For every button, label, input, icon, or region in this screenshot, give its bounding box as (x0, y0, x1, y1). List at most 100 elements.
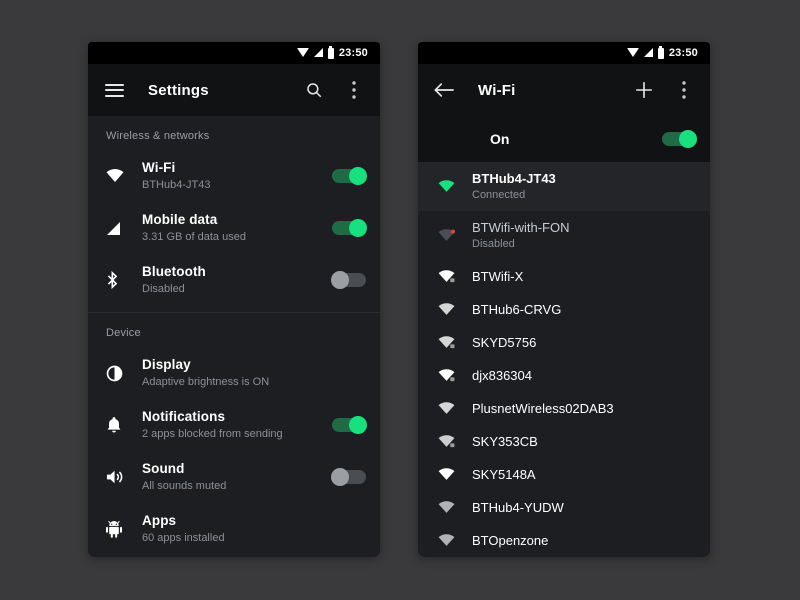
sound-toggle[interactable] (331, 468, 366, 486)
wifi-ssid: SKY353CB (472, 434, 538, 449)
wifi-ssid: BTWifi-with-FON (472, 220, 570, 235)
settings-row-title: Sound (142, 461, 185, 476)
settings-row-subtitle: BTHub4-JT43 (142, 179, 211, 191)
wifi-signal-icon (438, 468, 472, 481)
settings-row-subtitle: Disabled (142, 283, 185, 295)
settings-row-notifications[interactable]: Notifications 2 apps blocked from sendin… (88, 399, 380, 451)
status-clock: 23:50 (338, 47, 368, 59)
settings-row-apps[interactable]: Apps 60 apps installed (88, 503, 380, 555)
status-battery-icon (657, 45, 664, 59)
wifi-signal-icon (438, 336, 472, 349)
wifi-network-row[interactable]: BTWifi-X (418, 260, 710, 293)
wifi-network-row[interactable]: BTHub6-CRVG (418, 293, 710, 326)
wifi-phone-panel: 23:50 Wi-Fi On BTHub4-JT43 Connected BTW… (418, 42, 710, 557)
overflow-menu-icon[interactable] (672, 78, 696, 102)
status-bar: 23:50 (88, 42, 380, 64)
settings-row-title: Notifications (142, 409, 226, 424)
settings-row-bluetooth[interactable]: Bluetooth Disabled (88, 254, 380, 306)
wifi-status: Disabled (472, 238, 515, 250)
status-clock: 23:50 (668, 47, 698, 59)
status-cell-signal-icon (313, 48, 323, 57)
settings-row-mobile-data[interactable]: Mobile data 3.31 GB of data used (88, 202, 380, 254)
notifications-toggle[interactable] (332, 416, 367, 434)
wifi-signal-icon (438, 229, 472, 242)
settings-row-title: Display (142, 357, 191, 372)
wifi-ssid: BTWifi-X (472, 269, 524, 284)
wifi-signal-icon (438, 303, 472, 316)
settings-row-storage[interactable]: Storage 6.27 GB of 24.00 GB used (88, 555, 380, 557)
search-icon[interactable] (302, 78, 326, 102)
settings-list[interactable]: Wireless & networks Wi-Fi BTHub4-JT43 Mo… (88, 116, 380, 557)
wifi-icon (106, 169, 142, 183)
settings-row-wifi[interactable]: Wi-Fi BTHub4-JT43 (88, 150, 380, 202)
wifi-ssid: djx836304 (472, 368, 532, 383)
wifi-network-row[interactable]: SKY353CB (418, 425, 710, 458)
bluetooth-toggle[interactable] (331, 271, 366, 289)
section-header-device: Device (106, 327, 141, 339)
section-header-wireless: Wireless & networks (106, 130, 210, 142)
wifi-ssid: BTHub6-CRVG (472, 302, 562, 317)
lock-icon (450, 443, 455, 448)
wifi-ssid: BTHub4-YUDW (472, 500, 564, 515)
wifi-ssid: SKY5148A (472, 467, 536, 482)
wifi-signal-icon (438, 501, 472, 514)
wifi-signal-icon (438, 270, 472, 283)
wifi-master-label: On (490, 131, 510, 147)
wifi-master-toggle[interactable] (662, 130, 697, 148)
wifi-status: Connected (472, 189, 526, 201)
wifi-master-row[interactable]: On (418, 116, 710, 162)
settings-row-title: Wi-Fi (142, 160, 176, 175)
bluetooth-icon (106, 271, 142, 289)
settings-row-subtitle: 2 apps blocked from sending (142, 428, 283, 440)
wifi-network-row[interactable]: BTWifi-with-FON Disabled (418, 211, 710, 260)
mobile-data-toggle[interactable] (332, 219, 367, 237)
wifi-network-row[interactable]: BTHub4-JT43 Connected (418, 162, 710, 211)
back-arrow-icon[interactable] (432, 78, 456, 102)
wifi-signal-icon (438, 402, 472, 415)
wifi-app-bar: Wi-Fi (418, 64, 710, 116)
overflow-menu-icon[interactable] (342, 78, 366, 102)
page-title: Settings (148, 81, 209, 99)
lock-icon (450, 278, 455, 283)
settings-app-bar: Settings (88, 64, 380, 116)
wifi-signal-icon (438, 369, 472, 382)
status-wifi-icon (296, 48, 309, 57)
lock-icon (450, 344, 455, 349)
wifi-network-row[interactable]: SKYD5756 (418, 326, 710, 359)
status-battery-icon (327, 45, 334, 59)
status-cell-signal-icon (643, 48, 653, 57)
status-wifi-icon (626, 48, 639, 57)
screenshot-canvas: 23:50 Settings Wireless & networks Wi-Fi… (0, 0, 800, 600)
settings-row-title: Apps (142, 513, 177, 528)
wifi-network-row[interactable]: PlusnetWireless02DAB3 (418, 392, 710, 425)
wifi-signal-icon (438, 534, 472, 547)
hamburger-menu-icon[interactable] (102, 78, 126, 102)
settings-row-subtitle: Adaptive brightness is ON (142, 376, 270, 388)
wifi-signal-icon (438, 180, 472, 193)
android-robot-icon (106, 520, 142, 538)
settings-row-display[interactable]: Display Adaptive brightness is ON (88, 347, 380, 399)
lock-icon (450, 377, 455, 382)
wifi-network-row[interactable]: BTHub4-YUDW (418, 491, 710, 524)
wifi-ssid: BTHub4-JT43 (472, 171, 556, 186)
settings-row-title: Bluetooth (142, 264, 206, 279)
settings-row-subtitle: 60 apps installed (142, 532, 225, 544)
wifi-network-list[interactable]: BTHub4-JT43 Connected BTWifi-with-FON Di… (418, 162, 710, 557)
wifi-network-row[interactable]: BTOpenzone (418, 524, 710, 557)
settings-row-title: Mobile data (142, 212, 218, 227)
plus-icon[interactable] (632, 78, 656, 102)
brightness-icon (106, 365, 142, 382)
wifi-network-row[interactable]: SKY5148A (418, 458, 710, 491)
settings-phone-panel: 23:50 Settings Wireless & networks Wi-Fi… (88, 42, 380, 557)
wifi-ssid: SKYD5756 (472, 335, 537, 350)
bell-icon (106, 416, 142, 434)
wifi-ssid: BTOpenzone (472, 533, 549, 548)
settings-row-sound[interactable]: Sound All sounds muted (88, 451, 380, 503)
status-bar: 23:50 (418, 42, 710, 64)
wifi-toggle[interactable] (332, 167, 367, 185)
settings-row-subtitle: 3.31 GB of data used (142, 231, 246, 243)
wifi-signal-icon (438, 435, 472, 448)
wifi-network-row[interactable]: djx836304 (418, 359, 710, 392)
speaker-icon (106, 469, 142, 485)
mobile-data-icon (106, 221, 142, 236)
